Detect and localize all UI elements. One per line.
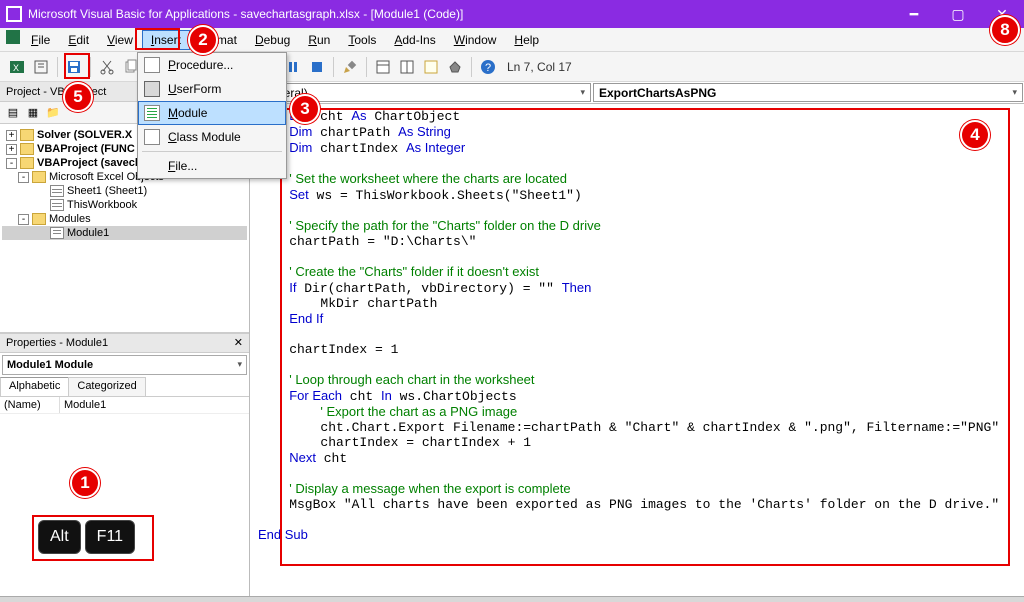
properties-window-button[interactable] [396, 56, 418, 78]
insert-dropdown-menu: Procedure...UserFormModuleClass Module Fi… [137, 52, 287, 179]
excel-icon [6, 30, 20, 44]
menu-view[interactable]: View [98, 30, 142, 50]
menu-bar: File Edit View Insert Format Debug Run T… [0, 28, 1024, 52]
cursor-position-status: Ln 7, Col 17 [507, 60, 572, 74]
menu-debug[interactable]: Debug [246, 30, 299, 50]
insert-item-button[interactable] [30, 56, 52, 78]
tree-node[interactable]: ThisWorkbook [2, 198, 247, 212]
menu-edit[interactable]: Edit [59, 30, 98, 50]
code-header-combos: (General)▾ ExportChartsAsPNG▾ [250, 82, 1024, 104]
callout-5: 5 [63, 82, 93, 112]
properties-tab-categorized[interactable]: Categorized [68, 377, 145, 396]
status-bar-area [0, 596, 1024, 602]
maximize-button[interactable]: ▢ [936, 0, 980, 28]
insert-menu-procedure[interactable]: Procedure... [138, 53, 286, 77]
view-object-button[interactable]: ▦ [24, 104, 42, 122]
toolbox-button[interactable] [444, 56, 466, 78]
menu-tools[interactable]: Tools [339, 30, 385, 50]
property-name: (Name) [0, 397, 60, 413]
menu-run[interactable]: Run [299, 30, 339, 50]
save-button[interactable] [63, 56, 85, 78]
insert-menu-module[interactable]: Module [138, 101, 286, 125]
minimize-button[interactable]: ━ [892, 0, 936, 28]
menu-insert[interactable]: Insert [142, 30, 190, 50]
alt-f11-keys: Alt F11 [38, 520, 135, 554]
insert-menu-userform[interactable]: UserForm [138, 77, 286, 101]
help-button[interactable]: ? [477, 56, 499, 78]
menu-window[interactable]: Window [445, 30, 506, 50]
view-excel-button[interactable]: X [6, 56, 28, 78]
vba-app-icon [6, 6, 22, 22]
code-editor[interactable]: Dim cht As ChartObject Dim chartPath As … [250, 104, 1024, 596]
svg-text:X: X [13, 63, 19, 73]
property-value[interactable]: Module1 [60, 397, 249, 413]
title-bar: Microsoft Visual Basic for Applications … [0, 0, 1024, 28]
callout-2: 2 [188, 25, 218, 55]
callout-4: 4 [960, 120, 990, 150]
callout-3: 3 [290, 94, 320, 124]
callout-1: 1 [70, 468, 100, 498]
tree-node[interactable]: Sheet1 (Sheet1) [2, 184, 247, 198]
properties-title: Properties - Module1 ✕ [0, 333, 249, 353]
title-text: Microsoft Visual Basic for Applications … [28, 7, 463, 21]
reset-button[interactable] [306, 56, 328, 78]
properties-object-combo[interactable]: Module1 Module▾ [2, 355, 247, 375]
menu-file[interactable]: File [22, 30, 59, 50]
callout-8: 8 [990, 15, 1020, 45]
insert-menu-classmodule[interactable]: Class Module [138, 125, 286, 149]
svg-text:?: ? [485, 62, 491, 74]
properties-tab-alphabetic[interactable]: Alphabetic [0, 377, 69, 396]
insert-menu-file[interactable]: File... [138, 154, 286, 178]
menu-help[interactable]: Help [505, 30, 548, 50]
key-alt: Alt [38, 520, 81, 554]
object-browser-button[interactable] [420, 56, 442, 78]
tree-node[interactable]: -Modules [2, 212, 247, 226]
key-f11: F11 [85, 520, 135, 554]
cut-button[interactable] [96, 56, 118, 78]
code-procedure-combo[interactable]: ExportChartsAsPNG▾ [593, 83, 1023, 102]
toggle-folders-button[interactable]: 📁 [44, 104, 62, 122]
properties-tabs: Alphabetic Categorized [0, 377, 249, 397]
design-mode-button[interactable] [339, 56, 361, 78]
menu-addins[interactable]: Add-Ins [385, 30, 444, 50]
view-code-button[interactable]: ▤ [4, 104, 22, 122]
tree-node[interactable]: Module1 [2, 226, 247, 240]
properties-close[interactable]: ✕ [234, 336, 243, 349]
properties-grid[interactable]: (Name) Module1 [0, 397, 249, 597]
project-explorer-button[interactable] [372, 56, 394, 78]
